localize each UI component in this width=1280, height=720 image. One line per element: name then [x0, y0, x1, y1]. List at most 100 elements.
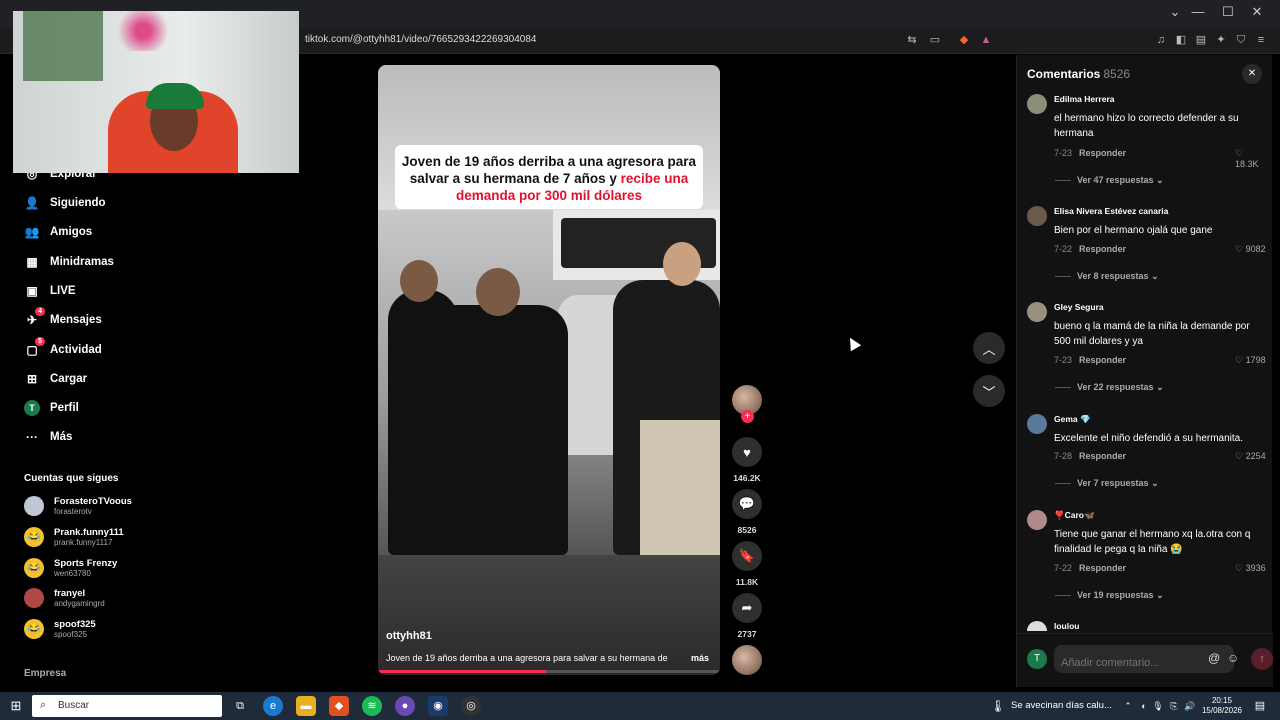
- task-view-icon[interactable]: ⧉: [230, 696, 250, 716]
- previous-video-button[interactable]: ︿: [973, 332, 1005, 364]
- comment-likes[interactable]: ♡ 9082: [1235, 244, 1266, 255]
- comments-header: Comentarios 8526: [1027, 67, 1130, 81]
- obs-icon[interactable]: ◎: [461, 696, 481, 716]
- share-button[interactable]: ➦: [732, 593, 762, 623]
- close-comments-button[interactable]: ✕: [1242, 64, 1262, 84]
- discord-icon[interactable]: ●: [395, 696, 415, 716]
- following-account[interactable]: 😂 Sports Frenzy wen63780: [24, 554, 117, 582]
- leo-ai-icon[interactable]: ✦: [1214, 33, 1228, 47]
- comment-author[interactable]: loulou: [1054, 621, 1080, 631]
- comment-author[interactable]: Gley Segura: [1054, 302, 1104, 312]
- brave-shield-icon[interactable]: ◆: [957, 33, 971, 47]
- follow-plus-icon[interactable]: +: [741, 410, 754, 423]
- avatar[interactable]: [1027, 621, 1047, 631]
- sidebar-item-label: Minidramas: [50, 256, 114, 268]
- send-comment-button[interactable]: ↑: [1251, 648, 1273, 670]
- maximize-button[interactable]: ☐: [1213, 4, 1243, 20]
- comment-likes[interactable]: ♡ 3936: [1235, 563, 1266, 574]
- video-progress-fill: [378, 670, 546, 673]
- avatar[interactable]: [1027, 302, 1047, 322]
- comment-likes[interactable]: ♡ 18.3K: [1235, 148, 1267, 169]
- comment-input[interactable]: [1054, 645, 1234, 673]
- comment-likes[interactable]: ♡ 2254: [1235, 451, 1266, 462]
- comment-text: Excelente el niño defendió a su hermanit…: [1054, 433, 1244, 444]
- save-button[interactable]: 🔖: [732, 541, 762, 571]
- comment-author[interactable]: ❣️Caro🦋: [1054, 510, 1095, 521]
- rewards-icon[interactable]: ▲: [979, 33, 993, 47]
- reply-button[interactable]: Responder: [1079, 244, 1126, 254]
- avatar[interactable]: [1027, 94, 1047, 114]
- view-replies-button[interactable]: Ver 8 respuestas ⌄: [1055, 271, 1159, 282]
- comment-button[interactable]: 💬: [732, 489, 762, 519]
- volume-icon[interactable]: 🔊: [1180, 696, 1200, 716]
- following-account[interactable]: ForasteroTVoous forasterotv: [24, 492, 132, 520]
- avatar[interactable]: [1027, 414, 1047, 434]
- menu-icon[interactable]: ≡: [1254, 33, 1268, 47]
- sidebar-item-minidramas[interactable]: ▦ Minidramas: [24, 251, 114, 273]
- comment-author[interactable]: Gema 💎: [1054, 414, 1091, 425]
- taskbar-clock[interactable]: 20:15 15/08/2026: [1200, 696, 1244, 716]
- sidebar-item-actividad[interactable]: ▢ 5 Actividad: [24, 337, 102, 361]
- sidebar-item-mensajes[interactable]: ✈ 4 Mensajes: [24, 307, 102, 331]
- video-username[interactable]: ottyhh81: [386, 630, 432, 642]
- comment-text: Bien por el hermano ojalá que gane: [1054, 225, 1213, 236]
- steam-icon[interactable]: ◉: [428, 696, 448, 716]
- comment-icon: 💬: [738, 496, 756, 511]
- comment-count: 8526: [737, 525, 757, 535]
- sidebar-toggle-icon[interactable]: ◧: [1174, 33, 1188, 47]
- comment-author[interactable]: Edilma Herrera: [1054, 94, 1114, 104]
- edge-icon[interactable]: e: [263, 696, 283, 716]
- weather-text[interactable]: Se avecinan días calu...: [1011, 700, 1112, 711]
- sidebar-item-siguiendo[interactable]: 👤 Siguiendo: [24, 192, 106, 214]
- vpn-icon[interactable]: ⛉: [1234, 33, 1248, 47]
- description-more-link[interactable]: más: [691, 653, 709, 663]
- like-button[interactable]: ♥: [732, 437, 762, 467]
- activity-icon: ▢ 5: [24, 337, 45, 358]
- spotify-icon[interactable]: ≋: [362, 696, 382, 716]
- comment-author[interactable]: Elisa Nivera Estévez canaria: [1054, 206, 1168, 216]
- notifications-icon[interactable]: ▤: [1250, 696, 1270, 716]
- avatar[interactable]: [1027, 510, 1047, 530]
- weather-icon[interactable]: 🌡: [988, 696, 1008, 716]
- reply-button[interactable]: Responder: [1079, 563, 1126, 573]
- following-account[interactable]: 😂 spoof325 spoof325: [24, 615, 96, 643]
- translate-icon[interactable]: ⇆: [905, 33, 919, 47]
- windows-start-icon[interactable]: ⊞: [6, 696, 26, 716]
- sidebar-item-amigos[interactable]: 👥 Amigos: [24, 221, 93, 243]
- footer-empresa-link[interactable]: Empresa: [24, 668, 66, 679]
- reply-button[interactable]: Responder: [1079, 148, 1126, 158]
- file-explorer-icon[interactable]: ▬: [296, 696, 316, 716]
- taskbar-search[interactable]: ⌕ Buscar: [32, 695, 222, 717]
- avatar[interactable]: [1027, 206, 1047, 226]
- view-replies-label: Ver 22 respuestas: [1077, 382, 1154, 392]
- close-window-button[interactable]: ✕: [1242, 4, 1272, 20]
- mention-icon[interactable]: @: [1208, 651, 1220, 665]
- video-player[interactable]: Joven de 19 años derriba a una agresora …: [378, 65, 720, 675]
- following-account[interactable]: franyel andygamingrd: [24, 584, 105, 612]
- cast-icon[interactable]: ▭: [928, 33, 942, 47]
- brave-icon[interactable]: ◆: [329, 696, 349, 716]
- sidebar-item-mas[interactable]: ··· Más: [24, 426, 72, 448]
- sidebar-item-live[interactable]: ▣ LIVE: [24, 280, 75, 302]
- view-replies-button[interactable]: Ver 7 respuestas ⌄: [1055, 478, 1159, 489]
- url-field[interactable]: tiktok.com/@ottyhh81/video/7665293422269…: [305, 34, 536, 45]
- wallet-icon[interactable]: ▤: [1194, 33, 1208, 47]
- clock-date: 15/08/2026: [1201, 706, 1243, 715]
- reply-button[interactable]: Responder: [1079, 355, 1126, 365]
- view-replies-button[interactable]: Ver 22 respuestas ⌄: [1055, 382, 1164, 393]
- view-replies-button[interactable]: Ver 19 respuestas ⌄: [1055, 590, 1164, 601]
- sidebar-item-perfil[interactable]: T Perfil: [24, 397, 79, 419]
- reply-button[interactable]: Responder: [1079, 451, 1126, 461]
- next-video-button[interactable]: ﹀: [973, 375, 1005, 407]
- emoji-icon[interactable]: ☺: [1227, 651, 1239, 665]
- video-progress-bar[interactable]: [378, 670, 720, 673]
- minimize-button[interactable]: —: [1183, 4, 1213, 19]
- view-replies-button[interactable]: Ver 47 respuestas ⌄: [1055, 175, 1164, 186]
- music-disc-avatar[interactable]: [732, 645, 762, 675]
- user-avatar: T: [1027, 649, 1047, 669]
- chevron-up-icon: ︿: [982, 341, 996, 357]
- following-account[interactable]: 😂 Prank.funny111 prank.funny1117: [24, 523, 124, 551]
- music-icon[interactable]: ♫: [1154, 33, 1168, 47]
- comment-likes[interactable]: ♡ 1798: [1235, 355, 1266, 366]
- sidebar-item-cargar[interactable]: ⊞ Cargar: [24, 368, 87, 390]
